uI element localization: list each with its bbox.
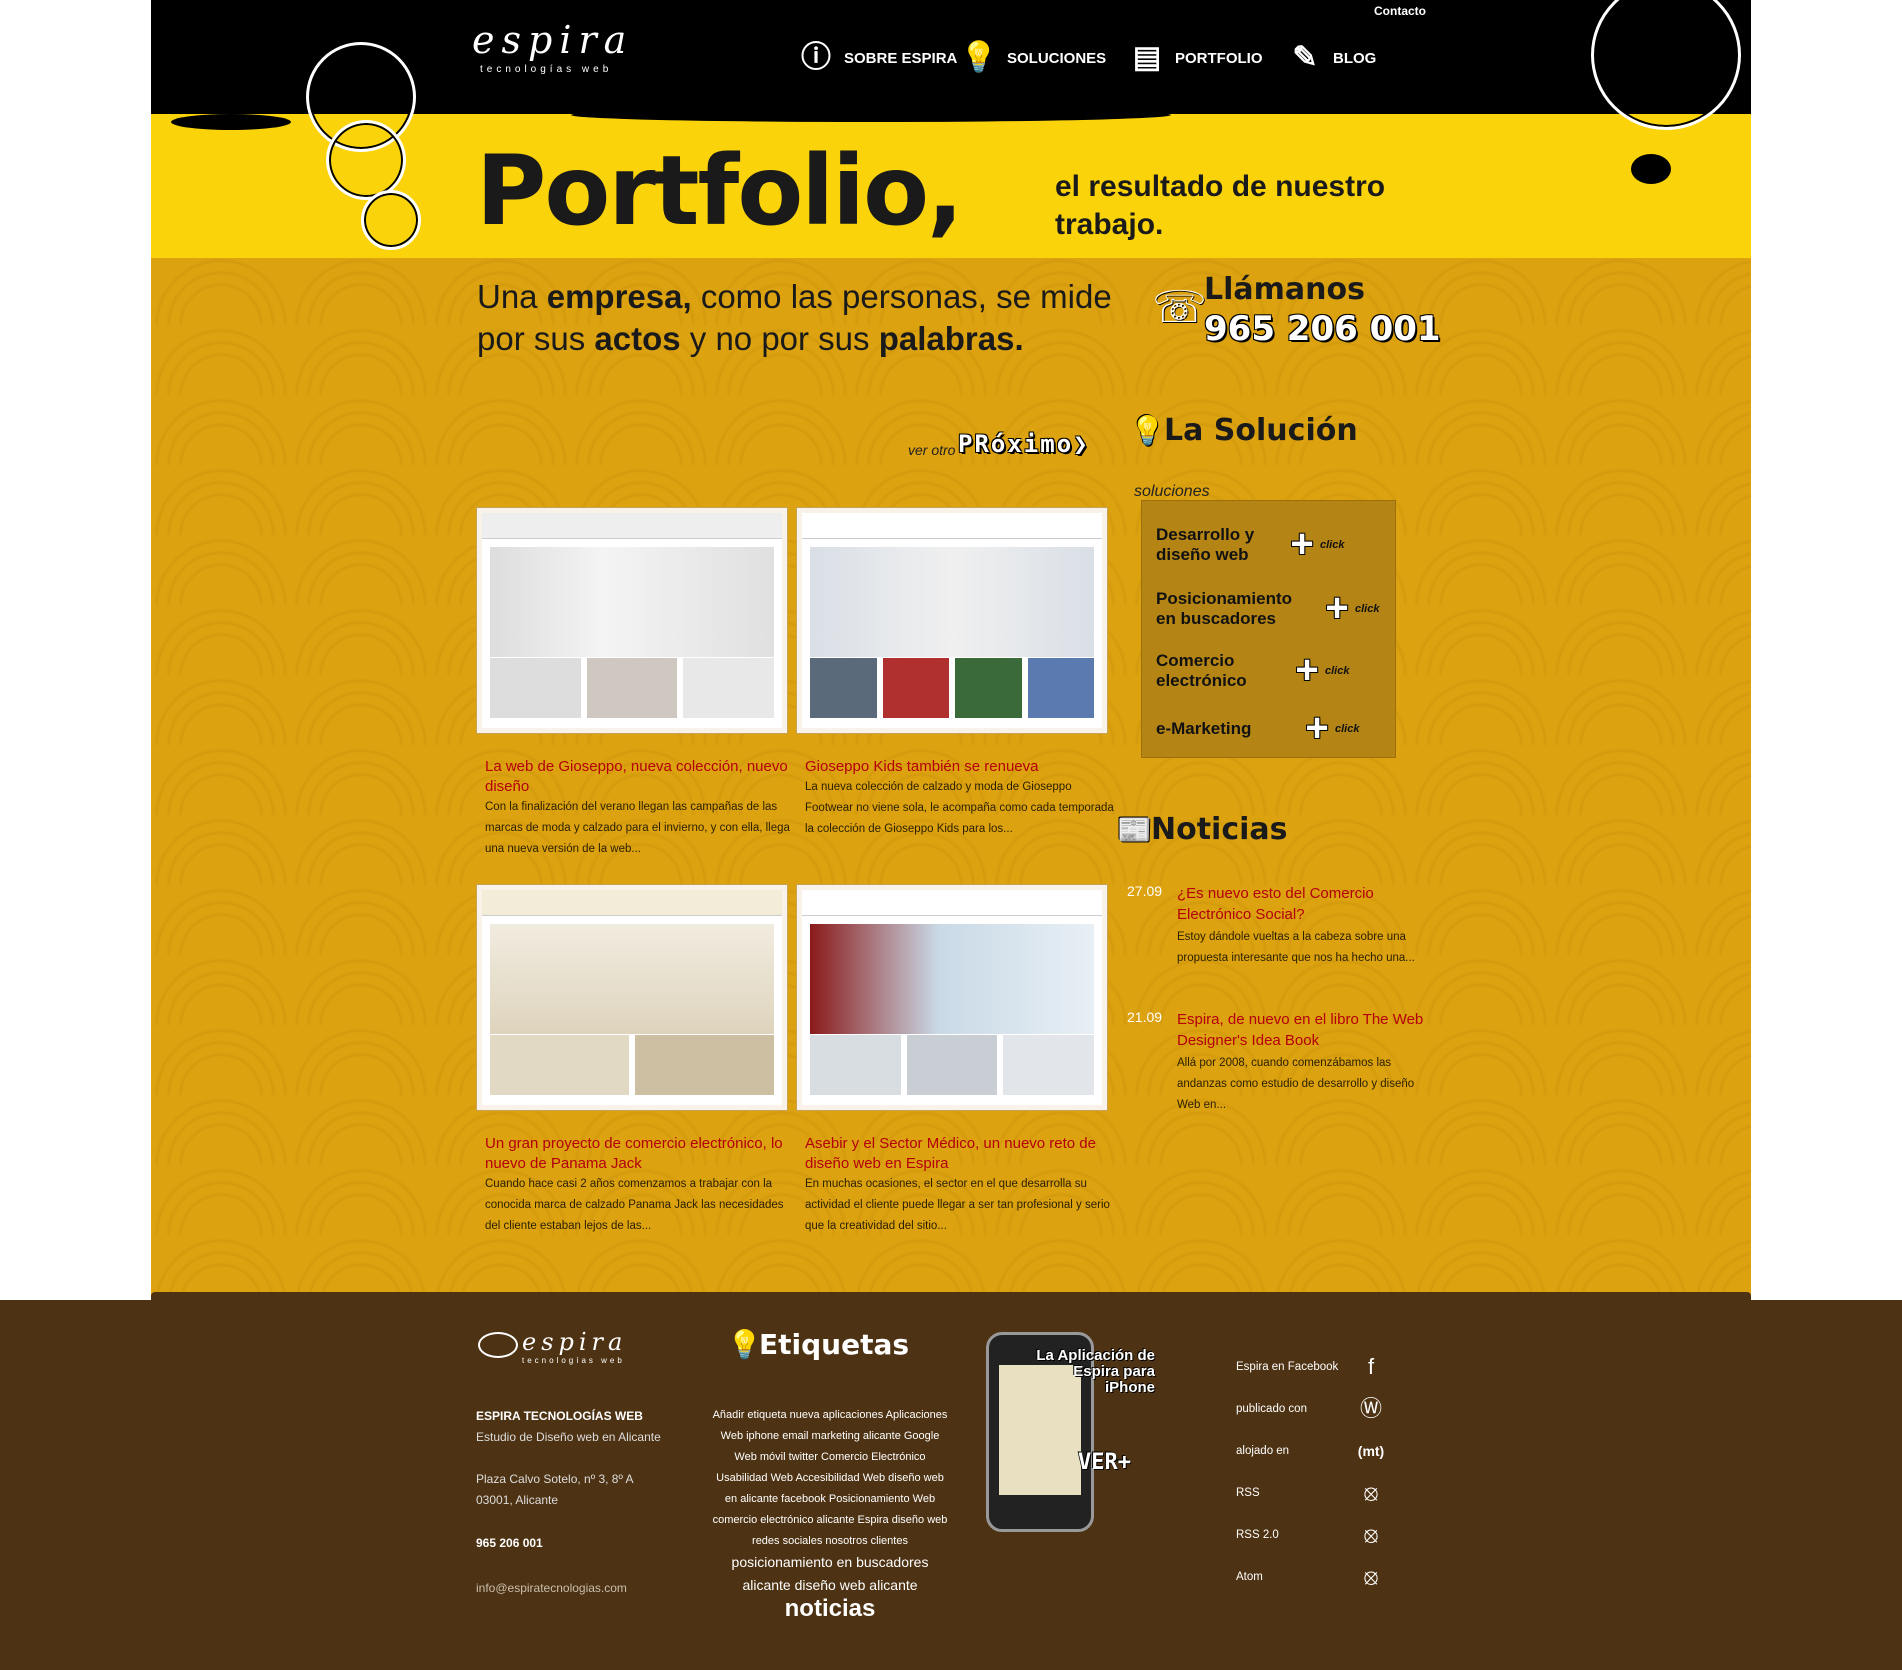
swirl-decoration xyxy=(361,190,421,250)
social-link-wordpress[interactable]: publicado con Ⓦ xyxy=(1236,1394,1386,1424)
next-label: PRóximo xyxy=(958,430,1074,458)
project-excerpt: En muchas ocasiones, el sector en el que… xyxy=(805,1178,1110,1232)
social-link-facebook[interactable]: Espira en Facebook f xyxy=(1236,1352,1386,1382)
solution-item[interactable]: Posicionamiento en buscadores + click xyxy=(1156,586,1379,630)
news-item[interactable]: 21.09 Espira, de nuevo en el libro The W… xyxy=(1127,1009,1427,1116)
project-thumbnail[interactable] xyxy=(477,508,787,733)
project-excerpt: Cuando hace casi 2 años comenzamos a tra… xyxy=(485,1178,784,1232)
mt-icon: (mt) xyxy=(1357,1443,1385,1459)
tag-cloud[interactable]: Añadir etiqueta nueva aplicaciones Aplic… xyxy=(712,1405,948,1624)
page-subtitle: el resultado de nuestro trabajo. xyxy=(1055,170,1386,241)
lightbulb-icon: 💡 xyxy=(1130,414,1165,447)
logo-wordmark: espira xyxy=(472,18,634,62)
app-cta[interactable]: VER+ xyxy=(1078,1450,1131,1475)
next-project-link[interactable]: ver otro PRóximo ❯ xyxy=(908,430,1090,458)
wordpress-icon: Ⓦ xyxy=(1359,1396,1382,1421)
news-heading: 📰Noticias xyxy=(1117,812,1288,847)
nav-soluciones[interactable]: 💡 SOLUCIONES xyxy=(959,36,1106,80)
cup-icon xyxy=(478,1332,518,1358)
phone-icon: ☏ xyxy=(1152,283,1208,332)
project-title[interactable]: La web de Gioseppo, nueva colección, nue… xyxy=(477,757,799,797)
nav-blog[interactable]: ✎ BLOG xyxy=(1285,36,1376,80)
footer-email[interactable]: info@espiratecnologias.com xyxy=(476,1578,627,1599)
page-background: espira tecnologías web Contacto ⓘ SOBRE … xyxy=(151,0,1751,1300)
call-number[interactable]: 965 206 001 xyxy=(1204,309,1441,349)
swirl-decoration xyxy=(326,120,406,200)
tags-heading: 💡Etiquetas xyxy=(727,1328,910,1361)
briefcase-icon: ▤ xyxy=(1132,41,1162,74)
footer-description: Estudio de Diseño web en Alicante xyxy=(476,1430,661,1444)
news-excerpt: Estoy dándole vueltas a la cabeza sobre … xyxy=(1177,931,1415,964)
plus-icon: + xyxy=(1295,648,1319,692)
newspaper-icon: 📰 xyxy=(1117,813,1152,846)
project-thumbnail[interactable] xyxy=(797,508,1107,733)
app-title: La Aplicación de Espira para iPhone xyxy=(1036,1347,1155,1396)
speech-icon: ✎ xyxy=(1292,41,1318,74)
project-card[interactable]: Un gran proyecto de comercio electrónico… xyxy=(477,885,799,1237)
lightbulb-icon: 💡 xyxy=(727,1328,762,1361)
project-excerpt: La nueva colección de calzado y moda de … xyxy=(805,781,1114,835)
solutions-label: soluciones xyxy=(1134,483,1210,500)
solutions-panel: soluciones Desarrollo y diseño web + cli… xyxy=(1134,483,1396,758)
footer-company: ESPIRA TECNOLOGÍAS WEB xyxy=(476,1409,643,1423)
solution-item[interactable]: Comercio electrónico + click xyxy=(1156,648,1349,692)
news-title[interactable]: ¿Es nuevo esto del Comercio Electrónico … xyxy=(1177,883,1427,925)
solution-item[interactable]: Desarrollo y diseño web + click xyxy=(1156,522,1344,566)
rss-icon: ⦻ xyxy=(1363,1480,1379,1505)
news-excerpt: Allá por 2008, cuando comenzábamos las a… xyxy=(1177,1057,1415,1111)
facebook-icon: f xyxy=(1367,1354,1375,1379)
news-item[interactable]: 27.09 ¿Es nuevo esto del Comercio Electr… xyxy=(1127,883,1427,969)
project-thumbnail[interactable] xyxy=(797,885,1107,1110)
social-link-hosting[interactable]: alojado en (mt) xyxy=(1236,1436,1386,1466)
nav-label: PORTFOLIO xyxy=(1175,49,1263,67)
social-link-atom[interactable]: Atom ⦻ xyxy=(1236,1562,1386,1592)
project-title[interactable]: Un gran proyecto de comercio electrónico… xyxy=(477,1134,799,1174)
page-title: Portfolio, xyxy=(476,135,963,247)
project-card[interactable]: Asebir y el Sector Médico, un nuevo reto… xyxy=(797,885,1119,1237)
logo-subtitle: tecnologías web xyxy=(480,64,613,75)
iphone-app-promo[interactable]: La Aplicación de Espira para iPhone VER+ xyxy=(970,1330,1160,1555)
site-logo[interactable]: espira tecnologías web xyxy=(472,18,633,75)
next-small-label: ver otro xyxy=(908,442,956,458)
project-card[interactable]: La web de Gioseppo, nueva colección, nue… xyxy=(477,508,799,860)
plus-icon: + xyxy=(1305,706,1329,750)
rss-icon: ⦻ xyxy=(1363,1522,1379,1547)
news-date: 27.09 xyxy=(1127,883,1163,899)
footer xyxy=(0,1292,1902,1670)
project-excerpt: Con la finalización del verano llegan la… xyxy=(485,801,790,855)
plus-icon: + xyxy=(1290,522,1314,566)
project-title[interactable]: Gioseppo Kids también se renueva xyxy=(797,757,1119,777)
footer-phone[interactable]: 965 206 001 xyxy=(476,1533,543,1554)
tagline: Una empresa, como las personas, se mide … xyxy=(477,278,1112,357)
nav-label: BLOG xyxy=(1333,49,1377,67)
news-title[interactable]: Espira, de nuevo en el libro The Web Des… xyxy=(1177,1009,1427,1051)
footer-logo[interactable]: espira tecnologías web xyxy=(478,1328,627,1365)
nav-sobre-espira[interactable]: ⓘ SOBRE ESPIRA xyxy=(796,36,957,80)
call-block[interactable]: Llámanos 965 206 001 xyxy=(1204,272,1441,349)
project-thumbnail[interactable] xyxy=(477,885,787,1110)
nav-label: SOLUCIONES xyxy=(1007,49,1107,67)
social-link-rss[interactable]: RSS ⦻ xyxy=(1236,1478,1386,1508)
plus-icon: + xyxy=(1325,586,1349,630)
news-date: 21.09 xyxy=(1127,1009,1163,1025)
footer-address: Plaza Calvo Sotelo, nº 3, 8º A xyxy=(476,1472,634,1486)
chevron-right-icon: ❯ xyxy=(1073,430,1090,458)
solution-heading: 💡La Solución xyxy=(1130,413,1358,448)
lightbulb-icon: 💡 xyxy=(960,41,998,74)
rss-icon: ⦻ xyxy=(1363,1564,1379,1589)
info-icon: ⓘ xyxy=(801,41,831,74)
social-link-rss2[interactable]: RSS 2.0 ⦻ xyxy=(1236,1520,1386,1550)
footer-address: 03001, Alicante xyxy=(476,1493,559,1507)
call-title: Llámanos xyxy=(1204,272,1365,307)
project-title[interactable]: Asebir y el Sector Médico, un nuevo reto… xyxy=(797,1134,1119,1174)
nav-portfolio[interactable]: ▤ PORTFOLIO xyxy=(1127,36,1263,80)
project-card[interactable]: Gioseppo Kids también se renueva La nuev… xyxy=(797,508,1119,840)
contact-link[interactable]: Contacto xyxy=(1374,4,1426,18)
nav-label: SOBRE ESPIRA xyxy=(844,49,958,67)
solution-item[interactable]: e-Marketing + click xyxy=(1156,706,1359,750)
